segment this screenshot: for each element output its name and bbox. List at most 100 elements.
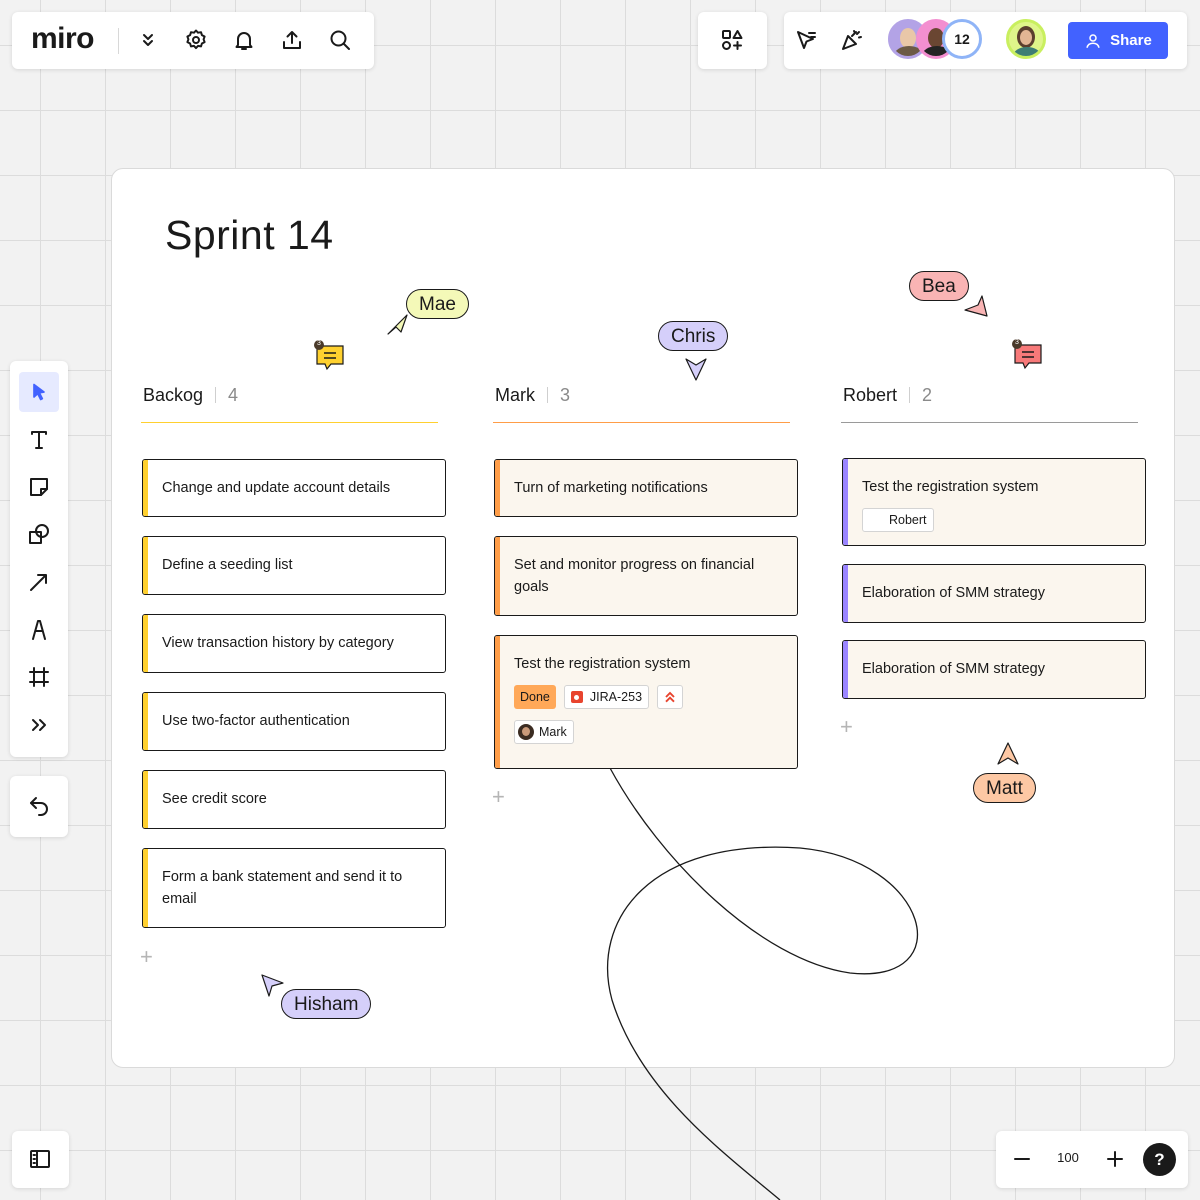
zoom-in-icon[interactable] (1097, 1141, 1133, 1177)
column-divider (841, 422, 1138, 423)
sidebar-panel-icon[interactable] (22, 1141, 58, 1177)
card-text: Elaboration of SMM strategy (862, 585, 1045, 601)
user-icon (1086, 33, 1100, 48)
help-button[interactable]: ? (1143, 1143, 1176, 1176)
sticky-note-icon[interactable] (21, 469, 57, 505)
card-text: See credit score (162, 791, 267, 807)
card-text: Form a bank statement and send it to ema… (162, 869, 403, 907)
card[interactable]: Set and monitor progress on financial go… (494, 536, 798, 616)
celebrate-icon[interactable] (834, 22, 870, 58)
cursor-arrow-icon (387, 314, 408, 335)
avatar (518, 724, 534, 740)
board-panel (12, 1131, 69, 1188)
column-header-robert[interactable]: Robert 2 (843, 382, 932, 408)
column-count: 2 (909, 386, 932, 404)
miro-logo[interactable]: miro (31, 22, 95, 56)
frame-title[interactable]: Sprint 14 (165, 212, 334, 259)
card-text: Test the registration system (514, 656, 691, 672)
text-icon[interactable] (21, 422, 57, 458)
column-divider (141, 422, 438, 423)
zoom-out-icon[interactable] (1004, 1141, 1040, 1177)
zoom-level[interactable]: 100 (1048, 1150, 1088, 1165)
gear-icon[interactable] (178, 22, 214, 58)
chevron-double-down-icon[interactable] (130, 22, 166, 58)
comment-count: 3 (317, 340, 321, 347)
top-left-toolbar: miro (12, 12, 374, 69)
column-count: 4 (215, 386, 238, 404)
cursor-label-bea: Bea (909, 271, 969, 301)
jira-ticket-badge[interactable]: JIRA-253 (563, 685, 650, 709)
card[interactable]: Turn of marketing notifications (494, 459, 798, 517)
help-label: ? (1154, 1149, 1165, 1169)
comment-count: 3 (1015, 339, 1019, 346)
card[interactable]: Use two-factor authentication (142, 692, 446, 751)
cursor-label-hisham: Hisham (281, 989, 372, 1019)
card[interactable]: Define a seeding list (142, 536, 446, 595)
card[interactable]: Change and update account details (142, 459, 446, 517)
arrow-icon[interactable] (21, 564, 57, 600)
cursor-label-matt: Matt (973, 773, 1036, 803)
shapes-icon[interactable] (21, 516, 57, 552)
cursor-arrow-icon (685, 358, 707, 381)
undo-panel (10, 776, 68, 837)
add-card-icon[interactable]: + (840, 714, 853, 740)
bell-icon[interactable] (226, 22, 262, 58)
card[interactable]: Test the registration system Robert (842, 458, 1146, 546)
card[interactable]: See credit score (142, 770, 446, 829)
collaborator-count: 12 (954, 31, 970, 47)
cursor-label-chris: Chris (658, 321, 729, 351)
cursor-arrow-icon (997, 742, 1019, 765)
cursor-label-mae: Mae (406, 289, 469, 319)
search-icon[interactable] (322, 22, 358, 58)
card[interactable]: Form a bank statement and send it to ema… (142, 848, 446, 928)
cursor-arrow-icon (261, 974, 284, 997)
column-title: Backog (143, 384, 204, 405)
add-card-icon[interactable]: + (492, 784, 505, 810)
card[interactable]: Test the registration system Done JIRA-2… (494, 635, 798, 769)
shapes-apps-icon[interactable] (714, 22, 750, 58)
jira-icon (570, 691, 583, 703)
cursor-select-icon[interactable] (788, 22, 824, 58)
collaborator-count-badge[interactable]: 12 (942, 19, 982, 59)
column-divider (493, 422, 790, 423)
card-text: Set and monitor progress on financial go… (514, 557, 755, 595)
assignee-badge[interactable]: Mark (514, 720, 574, 744)
assignee-name: Robert (889, 513, 927, 527)
select-icon[interactable] (19, 372, 59, 412)
divider (118, 28, 119, 54)
card[interactable]: View transaction history by category (142, 614, 446, 673)
card-text: Turn of marketing notifications (514, 480, 708, 496)
share-button[interactable]: Share (1068, 22, 1168, 59)
tools-toolbar (10, 361, 68, 757)
priority-badge[interactable] (657, 685, 684, 709)
status-badge[interactable]: Done (514, 685, 556, 709)
ticket-id: JIRA-253 (589, 690, 643, 704)
column-title: Robert (843, 384, 898, 405)
cursor-arrow-icon (964, 295, 988, 317)
apps-panel (698, 12, 767, 69)
card[interactable]: Elaboration of SMM strategy (842, 564, 1146, 623)
card[interactable]: Elaboration of SMM strategy (842, 640, 1146, 699)
assignee-name: Mark (539, 725, 567, 739)
column-header-backlog[interactable]: Backog 4 (143, 382, 238, 408)
add-card-icon[interactable]: + (140, 944, 153, 970)
pen-icon[interactable] (21, 612, 57, 648)
card-text: Define a seeding list (162, 557, 293, 573)
card-text: Elaboration of SMM strategy (862, 661, 1045, 677)
assignee-badge[interactable]: Robert (862, 508, 934, 532)
card-text: Test the registration system (862, 479, 1039, 495)
column-title: Mark (495, 384, 535, 405)
share-label: Share (1110, 32, 1152, 49)
zoom-panel: 100 ? (996, 1131, 1188, 1188)
current-user-avatar[interactable] (1006, 19, 1046, 59)
card-text: View transaction history by category (162, 635, 394, 651)
undo-icon[interactable] (21, 788, 57, 824)
upload-icon[interactable] (274, 22, 310, 58)
card-text: Change and update account details (162, 480, 391, 496)
card-text: Use two-factor authentication (162, 713, 350, 729)
column-count: 3 (547, 386, 570, 404)
column-header-mark[interactable]: Mark 3 (495, 382, 570, 408)
frame-icon[interactable] (21, 659, 57, 695)
priority-high-icon (665, 691, 675, 703)
more-icon[interactable] (21, 707, 57, 743)
